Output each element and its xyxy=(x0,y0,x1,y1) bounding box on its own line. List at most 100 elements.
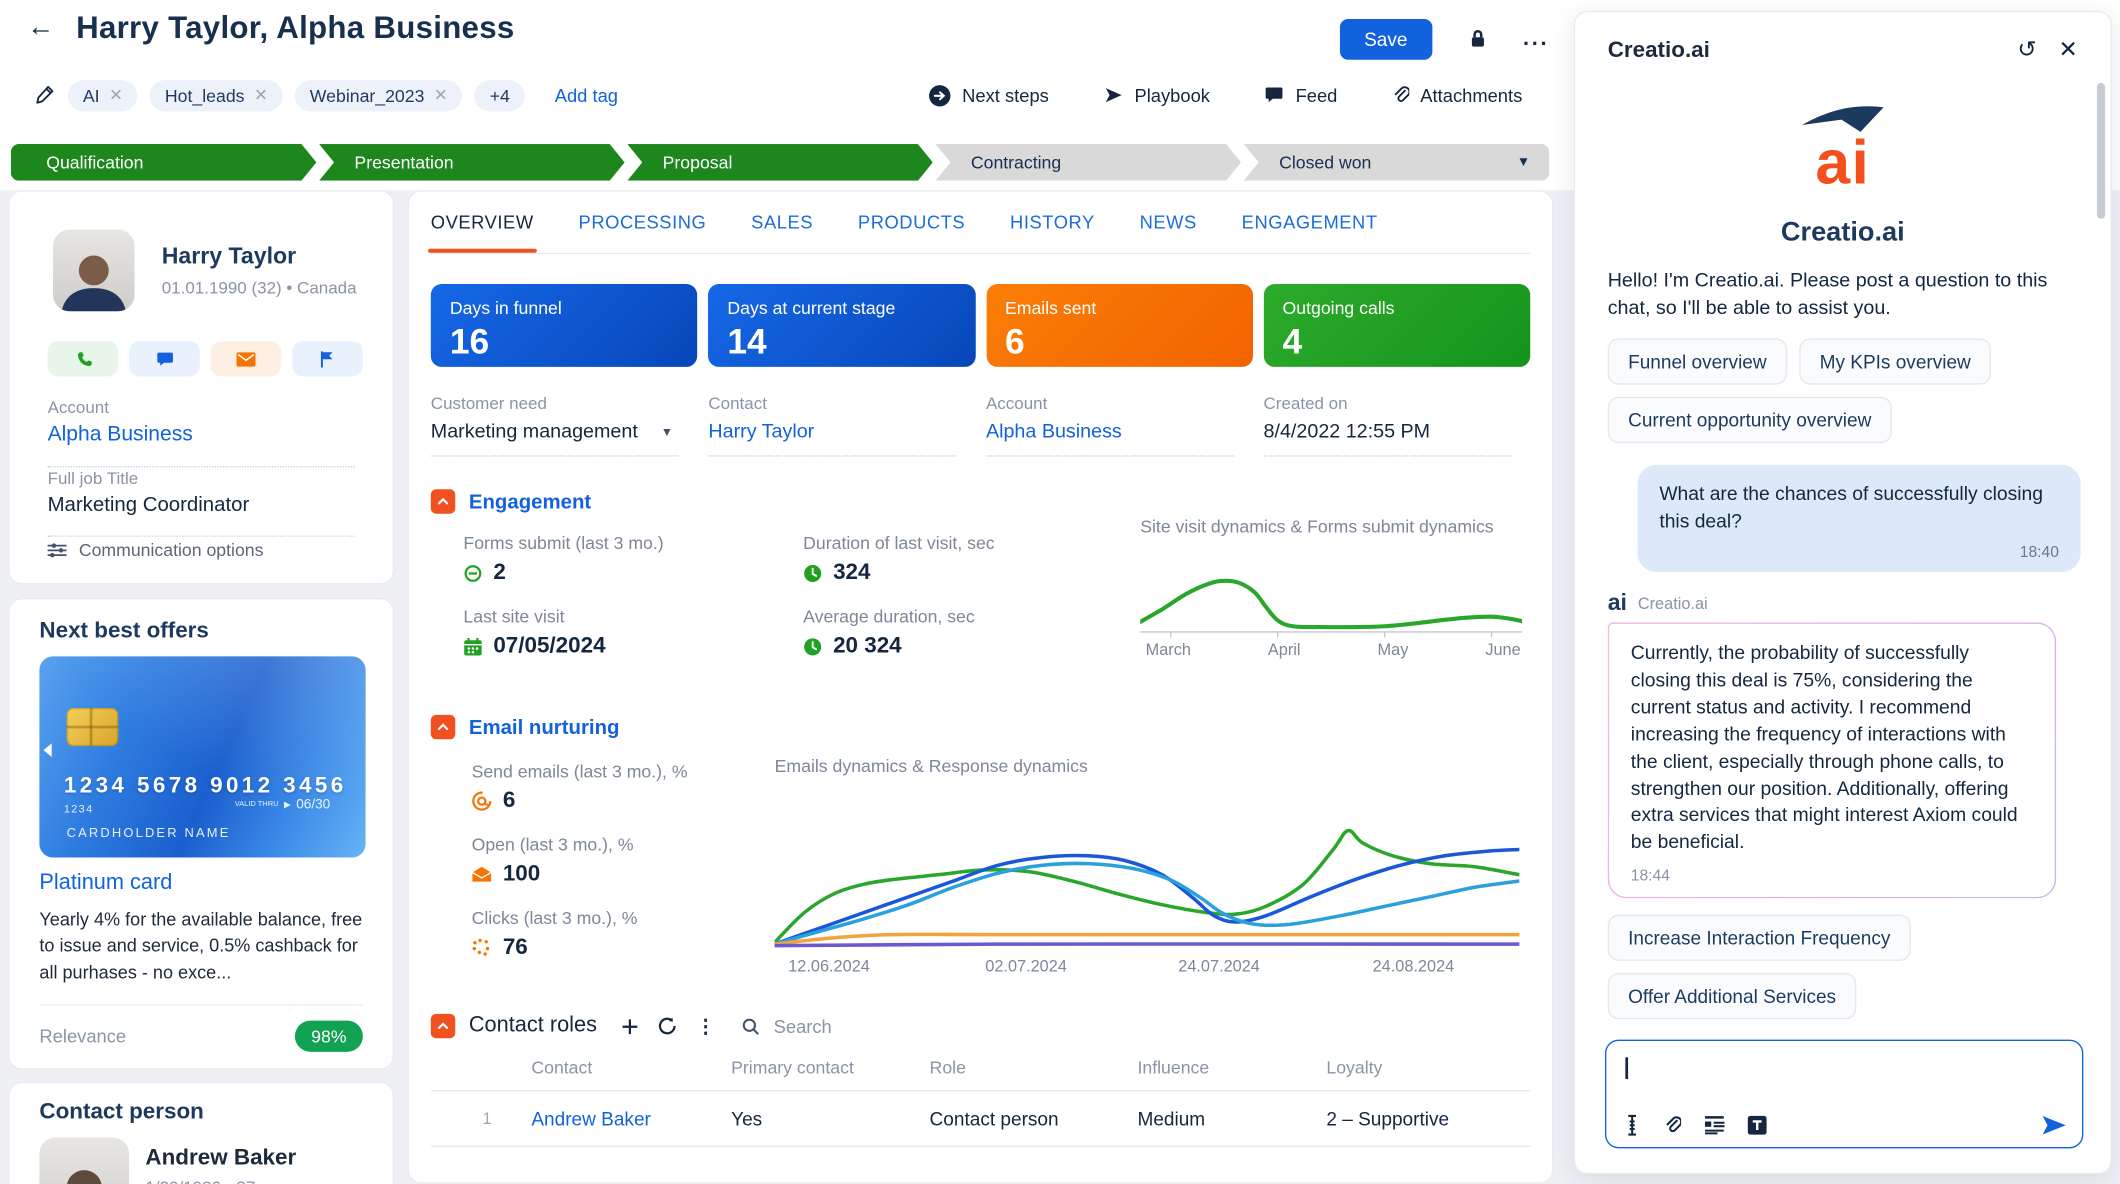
stage-proposal[interactable]: Proposal xyxy=(627,144,932,181)
account-field[interactable]: Account Alpha Business xyxy=(986,394,1234,457)
contact-person-photo xyxy=(39,1137,129,1184)
ai-greeting: Hello! I'm Creatio.ai. Please post a que… xyxy=(1608,267,2078,322)
top-actions: Save ... xyxy=(1340,19,1550,60)
refresh-icon[interactable] xyxy=(658,1017,677,1036)
emails-chart-title: Emails dynamics & Response dynamics xyxy=(775,756,1520,776)
tab-overview[interactable]: OVERVIEW xyxy=(431,192,534,253)
attach-icon[interactable] xyxy=(1663,1115,1681,1135)
contact-roles-search[interactable] xyxy=(742,1014,939,1037)
send-button[interactable] xyxy=(2043,1116,2066,1135)
restart-chat-icon[interactable]: ↺ xyxy=(2017,37,2036,64)
paperclip-icon xyxy=(1392,85,1410,105)
action-increase-frequency[interactable]: Increase Interaction Frequency xyxy=(1608,915,1911,961)
sliders-icon xyxy=(48,542,67,558)
tab-news[interactable]: NEWS xyxy=(1140,192,1197,253)
carousel-prev-icon[interactable] xyxy=(43,743,51,757)
table-header-row: Contact Primary contact Role Influence L… xyxy=(431,1057,1530,1091)
contact-field[interactable]: Contact Harry Taylor xyxy=(708,394,956,457)
collapse-engagement-button[interactable] xyxy=(431,489,455,513)
created-on-field: Created on 8/4/2022 12:55 PM xyxy=(1264,394,1512,457)
phone-icon xyxy=(74,350,92,368)
creatio-ai-panel: Creatio.ai ↺ ✕ ai Creatio.ai Hello! I'm … xyxy=(1574,11,2112,1174)
collapse-email-nurturing-button[interactable] xyxy=(431,715,455,739)
ai-logo-name: Creatio.ai xyxy=(1781,217,1905,248)
suggestion-opportunity-overview[interactable]: Current opportunity overview xyxy=(1608,397,1892,443)
attachments-button[interactable]: Attachments xyxy=(1392,85,1523,105)
chevron-down-icon[interactable]: ▼ xyxy=(1517,155,1530,170)
kebab-menu-icon[interactable]: ⋮ xyxy=(696,1014,715,1037)
lock-icon[interactable] xyxy=(1467,29,1487,51)
chat-icon xyxy=(156,350,174,368)
metric-days-at-stage: Days at current stage14 xyxy=(708,284,975,367)
opportunity-fields: Customer need Marketing management▼ Cont… xyxy=(431,394,1530,457)
engagement-title: Engagement xyxy=(469,490,591,513)
chat-input[interactable] xyxy=(1623,1052,2066,1106)
customer-need-field[interactable]: Customer need Marketing management▼ xyxy=(431,394,679,457)
tab-history[interactable]: HISTORY xyxy=(1010,192,1095,253)
add-tag-link[interactable]: Add tag xyxy=(555,85,618,105)
more-tags-pill[interactable]: +4 xyxy=(475,80,525,111)
ai-message-bubble: Currently, the probability of successful… xyxy=(1608,623,2056,899)
email-nurturing-section-header: Email nurturing xyxy=(431,715,1530,739)
playbook-button[interactable]: Playbook xyxy=(1103,85,1210,105)
add-icon[interactable] xyxy=(621,1017,639,1035)
action-offer-services[interactable]: Offer Additional Services xyxy=(1608,973,1857,1019)
stage-contracting[interactable]: Contracting xyxy=(936,144,1241,181)
edit-tags-icon[interactable] xyxy=(35,84,55,107)
back-arrow-icon[interactable]: ← xyxy=(27,12,54,43)
table-row[interactable]: 1 Andrew Baker Yes Contact person Medium… xyxy=(431,1091,1530,1147)
contact-person-name[interactable]: Andrew Baker xyxy=(145,1146,296,1172)
remove-tag-icon[interactable]: ✕ xyxy=(109,86,123,105)
tab-sales[interactable]: SALES xyxy=(751,192,813,253)
account-link[interactable]: Alpha Business xyxy=(48,423,355,447)
chat-input-box[interactable] xyxy=(1605,1040,2083,1149)
search-icon xyxy=(742,1017,760,1035)
flag-button[interactable] xyxy=(292,341,363,376)
stage-presentation[interactable]: Presentation xyxy=(319,144,624,181)
job-title-value: Marketing Coordinator xyxy=(48,493,355,516)
close-panel-icon[interactable]: ✕ xyxy=(2059,37,2078,64)
relevance-label: Relevance xyxy=(39,1026,126,1046)
suggestion-kpis-overview[interactable]: My KPIs overview xyxy=(1799,339,1991,385)
ai-panel-title: Creatio.ai xyxy=(1608,37,1996,63)
contact-link[interactable]: Andrew Baker xyxy=(531,1108,731,1130)
remove-tag-icon[interactable]: ✕ xyxy=(434,86,448,105)
text-style-icon[interactable] xyxy=(1748,1116,1767,1135)
more-options-icon[interactable]: ... xyxy=(1523,33,1549,47)
chat-button[interactable] xyxy=(129,341,200,376)
suggestion-funnel-overview[interactable]: Funnel overview xyxy=(1608,339,1787,385)
collapse-contact-roles-button[interactable] xyxy=(431,1014,455,1038)
tag-pill[interactable]: AI✕ xyxy=(68,80,138,111)
offer-name-link[interactable]: Platinum card xyxy=(39,871,172,895)
tab-processing[interactable]: PROCESSING xyxy=(579,192,707,253)
tab-engagement[interactable]: ENGAGEMENT xyxy=(1242,192,1378,253)
top-bar: ← Harry Taylor, Alpha Business xyxy=(0,0,1563,54)
metric-emails-sent: Emails sent6 xyxy=(986,284,1253,367)
panel-scrollbar[interactable] xyxy=(2097,83,2105,219)
tag-pill[interactable]: Webinar_2023✕ xyxy=(295,80,463,111)
chevron-down-icon[interactable]: ▼ xyxy=(661,425,673,439)
remove-tag-icon[interactable]: ✕ xyxy=(254,86,268,105)
tab-bar: OVERVIEW PROCESSING SALES PRODUCTS HISTO… xyxy=(431,192,1530,255)
stage-closed-won[interactable]: Closed won▼ xyxy=(1244,144,1549,181)
metric-days-in-funnel: Days in funnel16 xyxy=(431,284,698,367)
email-button[interactable] xyxy=(211,341,282,376)
cardholder-label: CARDHOLDER NAME xyxy=(67,826,231,841)
save-button[interactable]: Save xyxy=(1340,19,1432,60)
tag-pill[interactable]: Hot_leads✕ xyxy=(150,80,283,111)
main-content-card: OVERVIEW PROCESSING SALES PRODUCTS HISTO… xyxy=(408,190,1554,1183)
search-input[interactable] xyxy=(771,1014,940,1037)
card-number: 1234 5678 9012 3456 xyxy=(64,773,347,799)
email-nurturing-title: Email nurturing xyxy=(469,716,620,739)
call-button[interactable] xyxy=(48,341,119,376)
text-cursor-icon[interactable] xyxy=(1624,1114,1640,1136)
next-steps-button[interactable]: Next steps xyxy=(928,84,1049,107)
profile-card: Harry Taylor 01.01.1990 (32) • Canada Ac… xyxy=(8,190,394,584)
stage-qualification[interactable]: Qualification xyxy=(11,144,316,181)
tab-products[interactable]: PRODUCTS xyxy=(858,192,965,253)
feed-button[interactable]: Feed xyxy=(1264,85,1337,105)
send-icon xyxy=(2043,1116,2066,1135)
communication-options-link[interactable]: Communication options xyxy=(48,540,264,560)
outline-list-icon[interactable] xyxy=(1704,1116,1724,1135)
card-chip xyxy=(67,708,119,746)
